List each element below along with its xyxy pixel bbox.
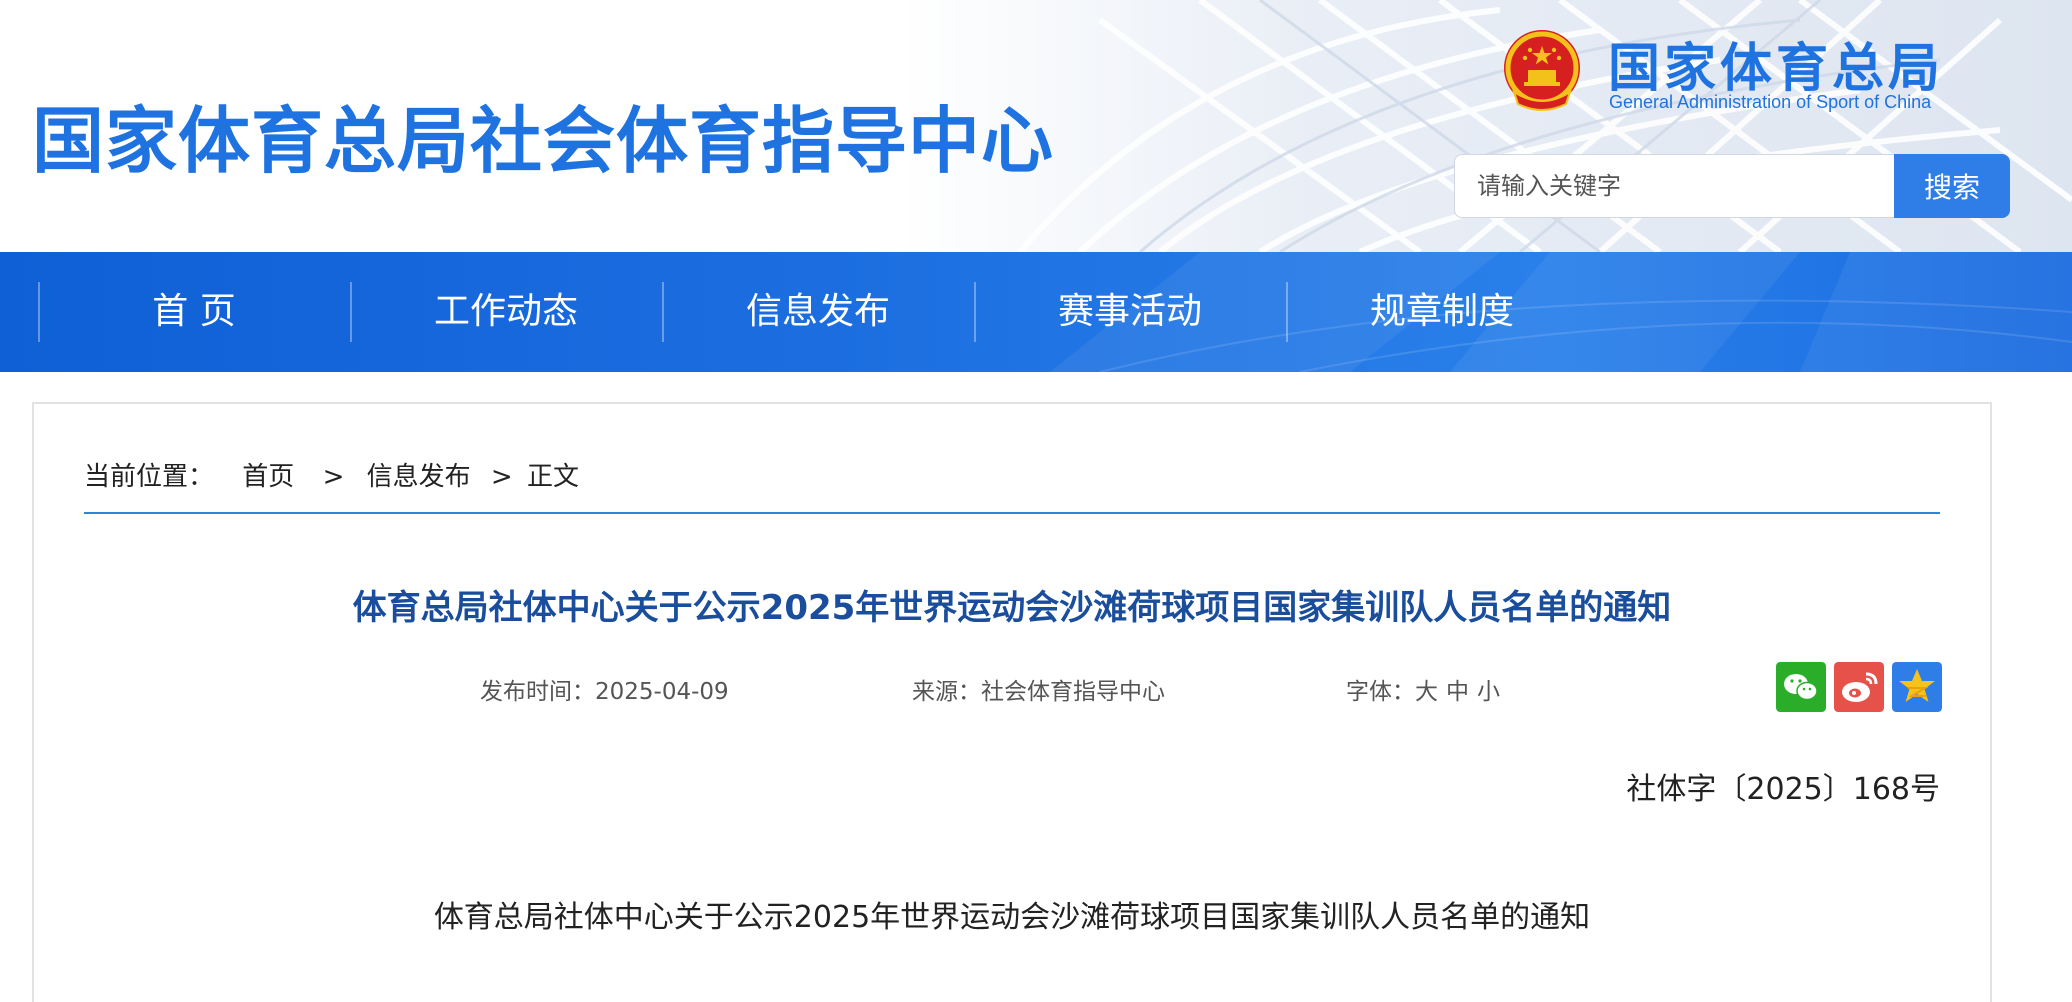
breadcrumb: 当前位置： 首页 > 信息发布 > 正文 [84, 456, 585, 493]
org-name-en: General Administration of Sport of China [1609, 92, 1932, 112]
font-size-meta: 字体：大中小 [1346, 672, 1500, 706]
site-title[interactable]: 国家体育总局社会体育指导中心 [32, 82, 1054, 187]
nav-item-home[interactable]: 首 页 [38, 252, 350, 372]
breadcrumb-current: 正文 [526, 462, 579, 492]
breadcrumb-home-link[interactable]: 首页 [242, 462, 294, 492]
nav-item-events[interactable]: 赛事活动 [974, 252, 1286, 372]
font-size-label: 字体： [1346, 679, 1415, 705]
body-heading: 体育总局社体中心关于公示2025年世界运动会沙滩荷球项目国家集训队人员名单的通知 [433, 900, 1591, 935]
org-name-cn: 国家体育总局 [1608, 39, 1945, 99]
search-input[interactable] [1454, 154, 1896, 218]
font-size-large-option[interactable]: 大 [1415, 679, 1438, 705]
wechat-icon[interactable] [1776, 662, 1826, 712]
document-number: 社体字〔2025〕168号 [1626, 772, 1940, 807]
weibo-icon[interactable] [1834, 662, 1884, 712]
breadcrumb-separator: > [490, 462, 513, 492]
search-button[interactable]: 搜索 [1894, 154, 2010, 218]
publish-date-label: 发布时间： [480, 679, 595, 705]
qzone-icon[interactable] [1892, 662, 1942, 712]
source-label: 来源： [912, 679, 981, 705]
nav-item-info-release[interactable]: 信息发布 [662, 252, 974, 372]
font-size-medium-option[interactable]: 中 [1446, 679, 1469, 705]
site-header: 国家体育总局社会体育指导中心 国家体育总局 General Administra… [0, 0, 2072, 252]
national-emblem-icon [1504, 30, 1580, 111]
breadcrumb-section-link[interactable]: 信息发布 [367, 462, 471, 492]
source-meta: 来源：社会体育指导中心 [912, 672, 1165, 706]
breadcrumb-separator: > [322, 462, 345, 492]
publish-date-value: 2025-04-09 [595, 679, 729, 705]
breadcrumb-divider [84, 512, 1940, 514]
breadcrumb-prefix: 当前位置： [84, 462, 215, 492]
main-nav: 首 页 工作动态 信息发布 赛事活动 规章制度 [0, 252, 2072, 372]
publish-date-meta: 发布时间：2025-04-09 [480, 672, 729, 706]
nav-item-work-news[interactable]: 工作动态 [350, 252, 662, 372]
source-value: 社会体育指导中心 [981, 679, 1165, 705]
nav-item-regulations[interactable]: 规章制度 [1286, 252, 1598, 372]
font-size-small-option[interactable]: 小 [1477, 679, 1500, 705]
article-title: 体育总局社体中心关于公示2025年世界运动会沙滩荷球项目国家集训队人员名单的通知 [352, 588, 1672, 628]
